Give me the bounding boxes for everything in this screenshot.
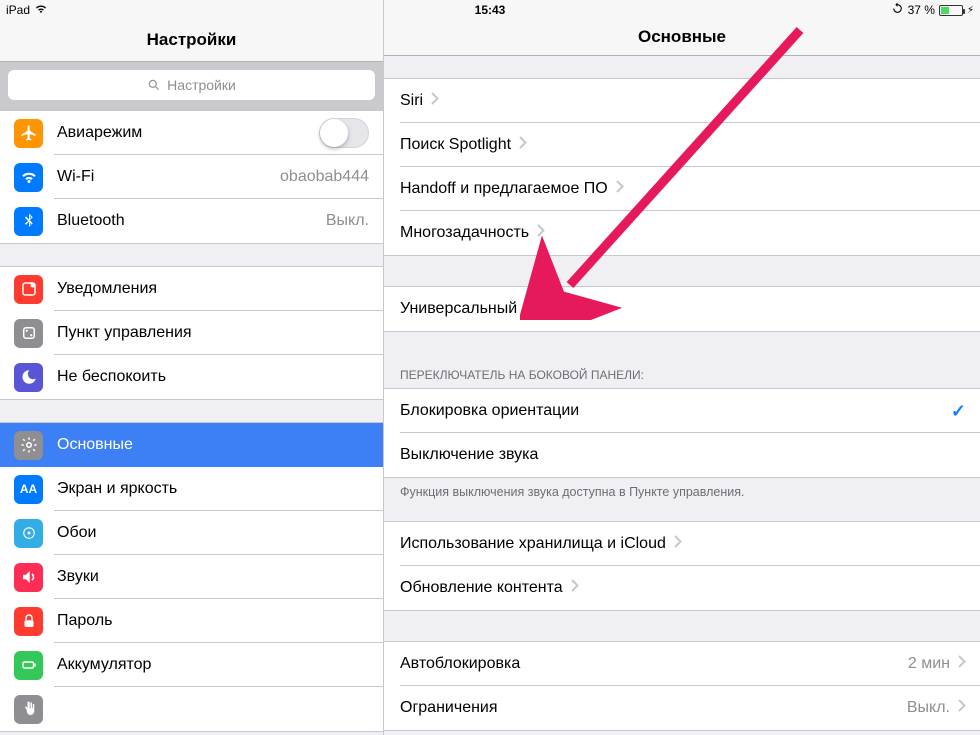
detail-row-label: Обновление контента (400, 579, 563, 597)
sidebar-item-wallpaper[interactable]: Обои (0, 511, 383, 555)
checkmark-icon: ✓ (951, 401, 966, 422)
battery-icon (939, 5, 963, 16)
status-time: 15:43 (475, 3, 506, 17)
sidebar-item-dnd[interactable]: Не беспокоить (0, 355, 383, 399)
detail-row-label: Многозадачность (400, 224, 529, 242)
sync-icon (891, 2, 904, 18)
sidebar-item-value: Выкл. (326, 212, 369, 230)
detail-row[interactable]: Универсальный доступ (384, 287, 980, 331)
section-footer-sideswitch: Функция выключения звука доступна в Пунк… (384, 478, 980, 499)
detail-row[interactable]: Многозадачность (384, 211, 980, 255)
sidebar-item-label: Не беспокоить (57, 368, 166, 386)
status-bar: iPad 15:43 37 % ⚡︎ (0, 0, 980, 20)
chevron-right-icon (431, 92, 439, 110)
control-center-icon (14, 319, 43, 348)
battery-icon (14, 651, 43, 680)
sidebar-item-label: Wi-Fi (57, 168, 94, 186)
chevron-right-icon (616, 180, 624, 198)
sidebar-item-label: Обои (57, 524, 96, 542)
detail-row-value: Выкл. (907, 699, 950, 717)
battery-pct: 37 % (908, 3, 935, 17)
notifications-icon (14, 275, 43, 304)
sidebar-item-label: Звуки (57, 568, 99, 586)
sidebar-item-wifi[interactable]: Wi-Fi obaobab444 (0, 155, 383, 199)
chevron-right-icon (519, 136, 527, 154)
sidebar-item-bluetooth[interactable]: Bluetooth Выкл. (0, 199, 383, 243)
sidebar-item-label: Авиарежим (57, 124, 142, 142)
search-input[interactable]: Настройки (8, 70, 375, 100)
settings-sidebar: Настройки Настройки Авиарежим Wi-Fi obao… (0, 0, 384, 735)
detail-row-label: Выключение звука (400, 446, 538, 464)
detail-row-label: Блокировка ориентации (400, 402, 579, 420)
detail-row[interactable]: Поиск Spotlight (384, 123, 980, 167)
search-placeholder: Настройки (167, 77, 236, 93)
gear-icon (14, 431, 43, 460)
moon-icon (14, 363, 43, 392)
search-icon (147, 78, 161, 92)
sidebar-item-privacy[interactable] (0, 687, 383, 731)
detail-row-value: 2 мин (908, 655, 950, 673)
sounds-icon (14, 563, 43, 592)
sidebar-item-airplane[interactable]: Авиарежим (0, 111, 383, 155)
sidebar-item-sounds[interactable]: Звуки (0, 555, 383, 599)
sidebar-item-control-center[interactable]: Пункт управления (0, 311, 383, 355)
detail-row[interactable]: Блокировка ориентации ✓ (384, 389, 980, 433)
sidebar-item-label: Пункт управления (57, 324, 192, 342)
device-name: iPad (6, 3, 30, 17)
detail-row-label: Автоблокировка (400, 655, 520, 673)
sidebar-item-label: Основные (57, 436, 133, 454)
detail-row-label: Использование хранилища и iCloud (400, 535, 666, 553)
detail-row-label: Handoff и предлагаемое ПО (400, 180, 608, 198)
sidebar-item-label: Экран и яркость (57, 480, 177, 498)
sidebar-item-label: Аккумулятор (57, 656, 151, 674)
detail-row[interactable]: Handoff и предлагаемое ПО (384, 167, 980, 211)
detail-row-label: Siri (400, 92, 423, 110)
sidebar-item-passcode[interactable]: Пароль (0, 599, 383, 643)
chevron-right-icon (537, 224, 545, 242)
chevron-right-icon (571, 579, 579, 597)
sidebar-item-general[interactable]: Основные (0, 423, 383, 467)
chevron-right-icon (580, 300, 588, 318)
detail-pane: Основные SiriПоиск SpotlightHandoff и пр… (384, 0, 980, 735)
sidebar-item-display[interactable]: AA Экран и яркость (0, 467, 383, 511)
detail-row[interactable]: Автоблокировка 2 мин (384, 642, 980, 686)
sidebar-item-label: Уведомления (57, 280, 157, 298)
charging-icon: ⚡︎ (967, 5, 974, 16)
sidebar-item-label: Пароль (57, 612, 113, 630)
wifi-icon (14, 163, 43, 192)
detail-row-label: Ограничения (400, 699, 498, 717)
detail-row-label: Универсальный доступ (400, 300, 572, 318)
detail-row-label: Поиск Spotlight (400, 136, 511, 154)
detail-row[interactable]: Обновление контента (384, 566, 980, 610)
bluetooth-icon (14, 207, 43, 236)
detail-row[interactable]: Siri (384, 79, 980, 123)
display-icon: AA (14, 475, 43, 504)
section-header-sideswitch: Переключатель на боковой панели: (384, 362, 980, 388)
lock-icon (14, 607, 43, 636)
airplane-icon (14, 119, 43, 148)
wifi-icon (34, 3, 48, 17)
detail-row[interactable]: Выключение звука (384, 433, 980, 477)
detail-row[interactable]: Ограничения Выкл. (384, 686, 980, 730)
sidebar-item-battery[interactable]: Аккумулятор (0, 643, 383, 687)
wallpaper-icon (14, 519, 43, 548)
chevron-right-icon (958, 699, 966, 717)
hand-icon (14, 695, 43, 724)
sidebar-item-notifications[interactable]: Уведомления (0, 267, 383, 311)
chevron-right-icon (958, 655, 966, 673)
airplane-toggle[interactable] (319, 118, 369, 148)
sidebar-item-value: obaobab444 (280, 168, 369, 186)
detail-row[interactable]: Использование хранилища и iCloud (384, 522, 980, 566)
sidebar-item-label: Bluetooth (57, 212, 125, 230)
chevron-right-icon (674, 535, 682, 553)
